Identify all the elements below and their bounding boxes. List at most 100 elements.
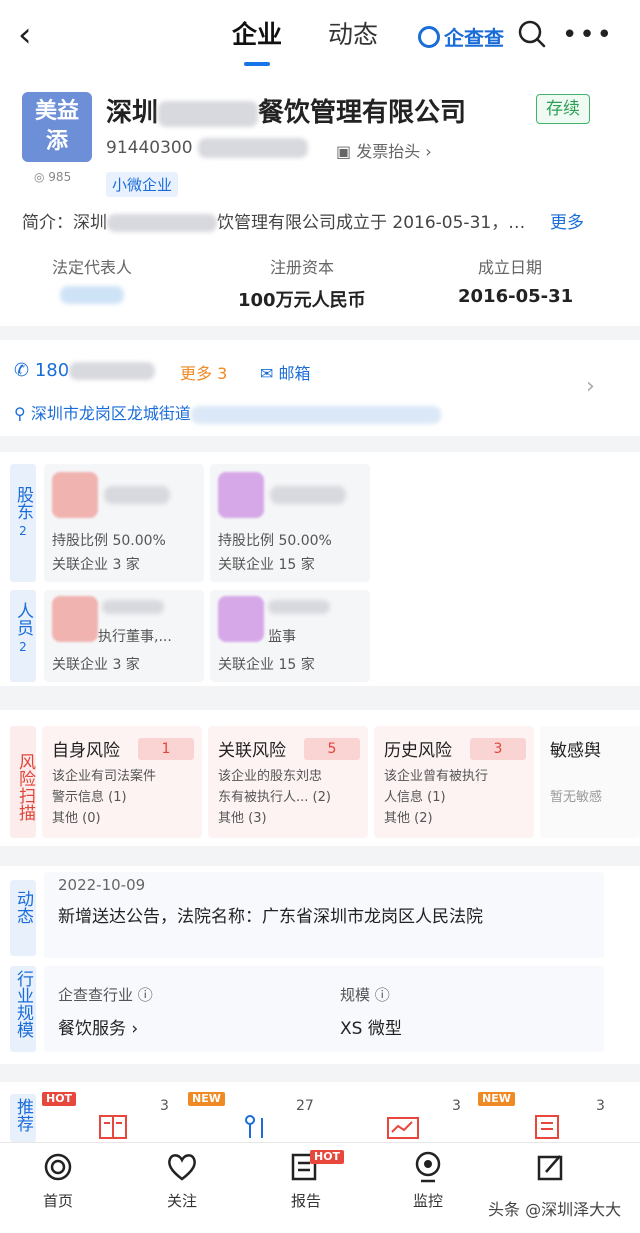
risk-scan-label[interactable]: 风险扫描 <box>10 726 36 838</box>
person-card[interactable]: 监事 关联企业 15 家 <box>210 590 370 682</box>
people-label[interactable]: 人员 2 <box>10 590 36 682</box>
invoice-header-link[interactable]: ▣ 发票抬头 › <box>336 138 432 162</box>
logo-text-line1: 美益 <box>34 99 79 124</box>
dynamic-label-text: 动态 <box>13 890 33 924</box>
shareholders-label-text: 股东 <box>13 486 33 520</box>
more-menu-icon[interactable]: ••• <box>562 20 614 50</box>
new-badge: NEW <box>188 1092 225 1106</box>
recommend-count: 27 <box>296 1098 314 1114</box>
home-icon <box>44 1153 72 1181</box>
risk-desc-line: 警示信息 (1) <box>52 790 127 805</box>
company-name-suffix: 餐饮管理有限公司 <box>258 98 467 128</box>
person-related: 关联企业 3 家 <box>52 657 140 673</box>
address[interactable]: ⚲ 深圳市龙岗区龙城街道 <box>14 400 441 424</box>
shareholder-card[interactable]: 持股比例 50.00% 关联企业 3 家 <box>44 464 204 582</box>
contact-chevron-icon[interactable]: › <box>586 374 595 399</box>
shareholder-avatar <box>52 472 98 518</box>
legal-rep-value-redacted[interactable] <box>60 286 124 304</box>
phone-value: 180 <box>34 360 70 381</box>
industry-label[interactable]: 行业规模 <box>10 966 36 1052</box>
people-count: 2 <box>19 640 27 654</box>
recommend-item[interactable]: HOT 3 <box>42 1092 182 1142</box>
shareholder-ratio: 持股比例 50.00% <box>52 533 166 549</box>
credit-code[interactable]: 91440300 <box>106 138 308 158</box>
risk-title: 关联风险 <box>218 741 286 761</box>
shareholder-card[interactable]: 持股比例 50.00% 关联企业 15 家 <box>210 464 370 582</box>
intro-part-a: 深圳 <box>73 213 107 233</box>
industry-type-value[interactable]: 餐饮服务 › <box>58 1014 138 1039</box>
camera-monitor-icon <box>415 1151 441 1183</box>
route-icon <box>245 1115 263 1138</box>
risk-desc-line: 人信息 (1) <box>384 790 446 805</box>
redacted-person-name <box>268 600 330 614</box>
view-count-value: 985 <box>48 170 72 184</box>
industry-card[interactable] <box>44 966 604 1052</box>
recommend-item[interactable]: 3 <box>334 1092 474 1142</box>
phone-number[interactable]: ✆ 180 <box>14 360 156 381</box>
shareholder-ratio: 持股比例 50.00% <box>218 533 332 549</box>
redacted-intro-blur <box>107 214 217 232</box>
back-icon[interactable]: ‹ <box>18 18 32 52</box>
chart-card-icon <box>387 1117 419 1139</box>
risk-title: 历史风险 <box>384 741 452 761</box>
risk-desc-line: 其他 (3) <box>218 811 267 826</box>
risk-card-sensitive[interactable]: 敏感舆 暂无敏感 <box>540 726 640 838</box>
person-role: 执行董事,... <box>98 629 172 645</box>
hot-badge: HOT <box>42 1092 77 1106</box>
bottom-nav-report[interactable]: HOT 报告 <box>276 1148 346 1218</box>
risk-desc-line: 该企业曾有被执行 <box>384 769 489 784</box>
risk-card-related[interactable]: 关联风险 5 该企业的股东刘忠 东有被执行人... (2) 其他 (3) <box>208 726 368 838</box>
recommend-count: 3 <box>452 1098 461 1114</box>
shareholder-related: 关联企业 3 家 <box>52 557 140 573</box>
tab-dynamics[interactable]: 动态 <box>328 20 378 50</box>
bottom-nav-label: 监控 <box>412 1192 443 1210</box>
intro-part-b: 饮管理有限公司成立于 2016-05-31，… <box>217 213 526 233</box>
legal-rep-label: 法定代表人 <box>52 258 133 277</box>
person-card[interactable]: 执行董事,... 关联企业 3 家 <box>44 590 204 682</box>
redacted-shareholder-name <box>270 486 346 504</box>
report-hot-badge: HOT <box>310 1150 345 1164</box>
recommend-item[interactable]: NEW 3 <box>478 1092 618 1142</box>
risk-card-self[interactable]: 自身风险 1 该企业有司法案件 警示信息 (1) 其他 (0) <box>42 726 202 838</box>
bottom-nav-label: 报告 <box>290 1192 321 1210</box>
risk-desc-line: 该企业的股东刘忠 <box>218 769 323 784</box>
bottom-nav-mine[interactable] <box>520 1148 580 1190</box>
tab-enterprise[interactable]: 企业 <box>232 20 282 50</box>
bottom-nav-monitor[interactable]: 监控 <box>398 1148 458 1218</box>
redacted-person-name <box>102 600 164 614</box>
qcc-brand-button[interactable]: 企查查 <box>418 22 504 51</box>
recommend-label-text: 推荐 <box>13 1098 33 1132</box>
intro-prefix: 简介： <box>22 213 73 233</box>
recommend-item[interactable]: NEW 27 <box>188 1092 328 1142</box>
email-link[interactable]: ✉ 邮箱 <box>260 360 311 384</box>
bottom-nav-label: 关注 <box>166 1192 197 1210</box>
founded-date-value: 2016-05-31 <box>458 286 574 307</box>
bottom-nav-follow[interactable]: 关注 <box>152 1148 212 1218</box>
qcc-brand-label: 企查查 <box>444 26 504 50</box>
risk-desc-line: 其他 (2) <box>384 811 433 826</box>
more-phones-link[interactable]: 更多 3 <box>180 360 227 384</box>
industry-label-text: 行业规模 <box>13 970 33 1038</box>
person-avatar <box>218 596 264 642</box>
heart-icon <box>168 1154 196 1181</box>
person-avatar <box>52 596 98 642</box>
intro-more-link[interactable]: 更多 <box>550 208 584 233</box>
risk-title: 敏感舆 <box>550 741 601 761</box>
dynamic-date: 2022-10-09 <box>58 876 146 894</box>
risk-card-history[interactable]: 历史风险 3 该企业曾有被执行 人信息 (1) 其他 (2) <box>374 726 534 838</box>
shareholders-label[interactable]: 股东 2 <box>10 464 36 582</box>
logo-text-line2: 添 <box>45 129 68 154</box>
dynamic-label[interactable]: 动态 <box>10 880 36 956</box>
recommend-label[interactable]: 推荐 <box>10 1094 36 1142</box>
shareholders-count: 2 <box>19 524 27 538</box>
view-count: ◎ 985 <box>34 170 72 184</box>
document-icon <box>535 1115 559 1139</box>
reg-capital-value: 100万元人民币 <box>238 290 366 311</box>
search-icon[interactable] <box>518 20 546 48</box>
edit-icon <box>537 1155 563 1181</box>
book-icon <box>99 1115 127 1139</box>
redacted-address-blur <box>190 405 441 424</box>
address-value: 深圳市龙岗区龙城街道 <box>30 404 191 423</box>
bottom-nav-home[interactable]: 首页 <box>28 1148 88 1218</box>
email-label: 邮箱 <box>278 364 311 383</box>
